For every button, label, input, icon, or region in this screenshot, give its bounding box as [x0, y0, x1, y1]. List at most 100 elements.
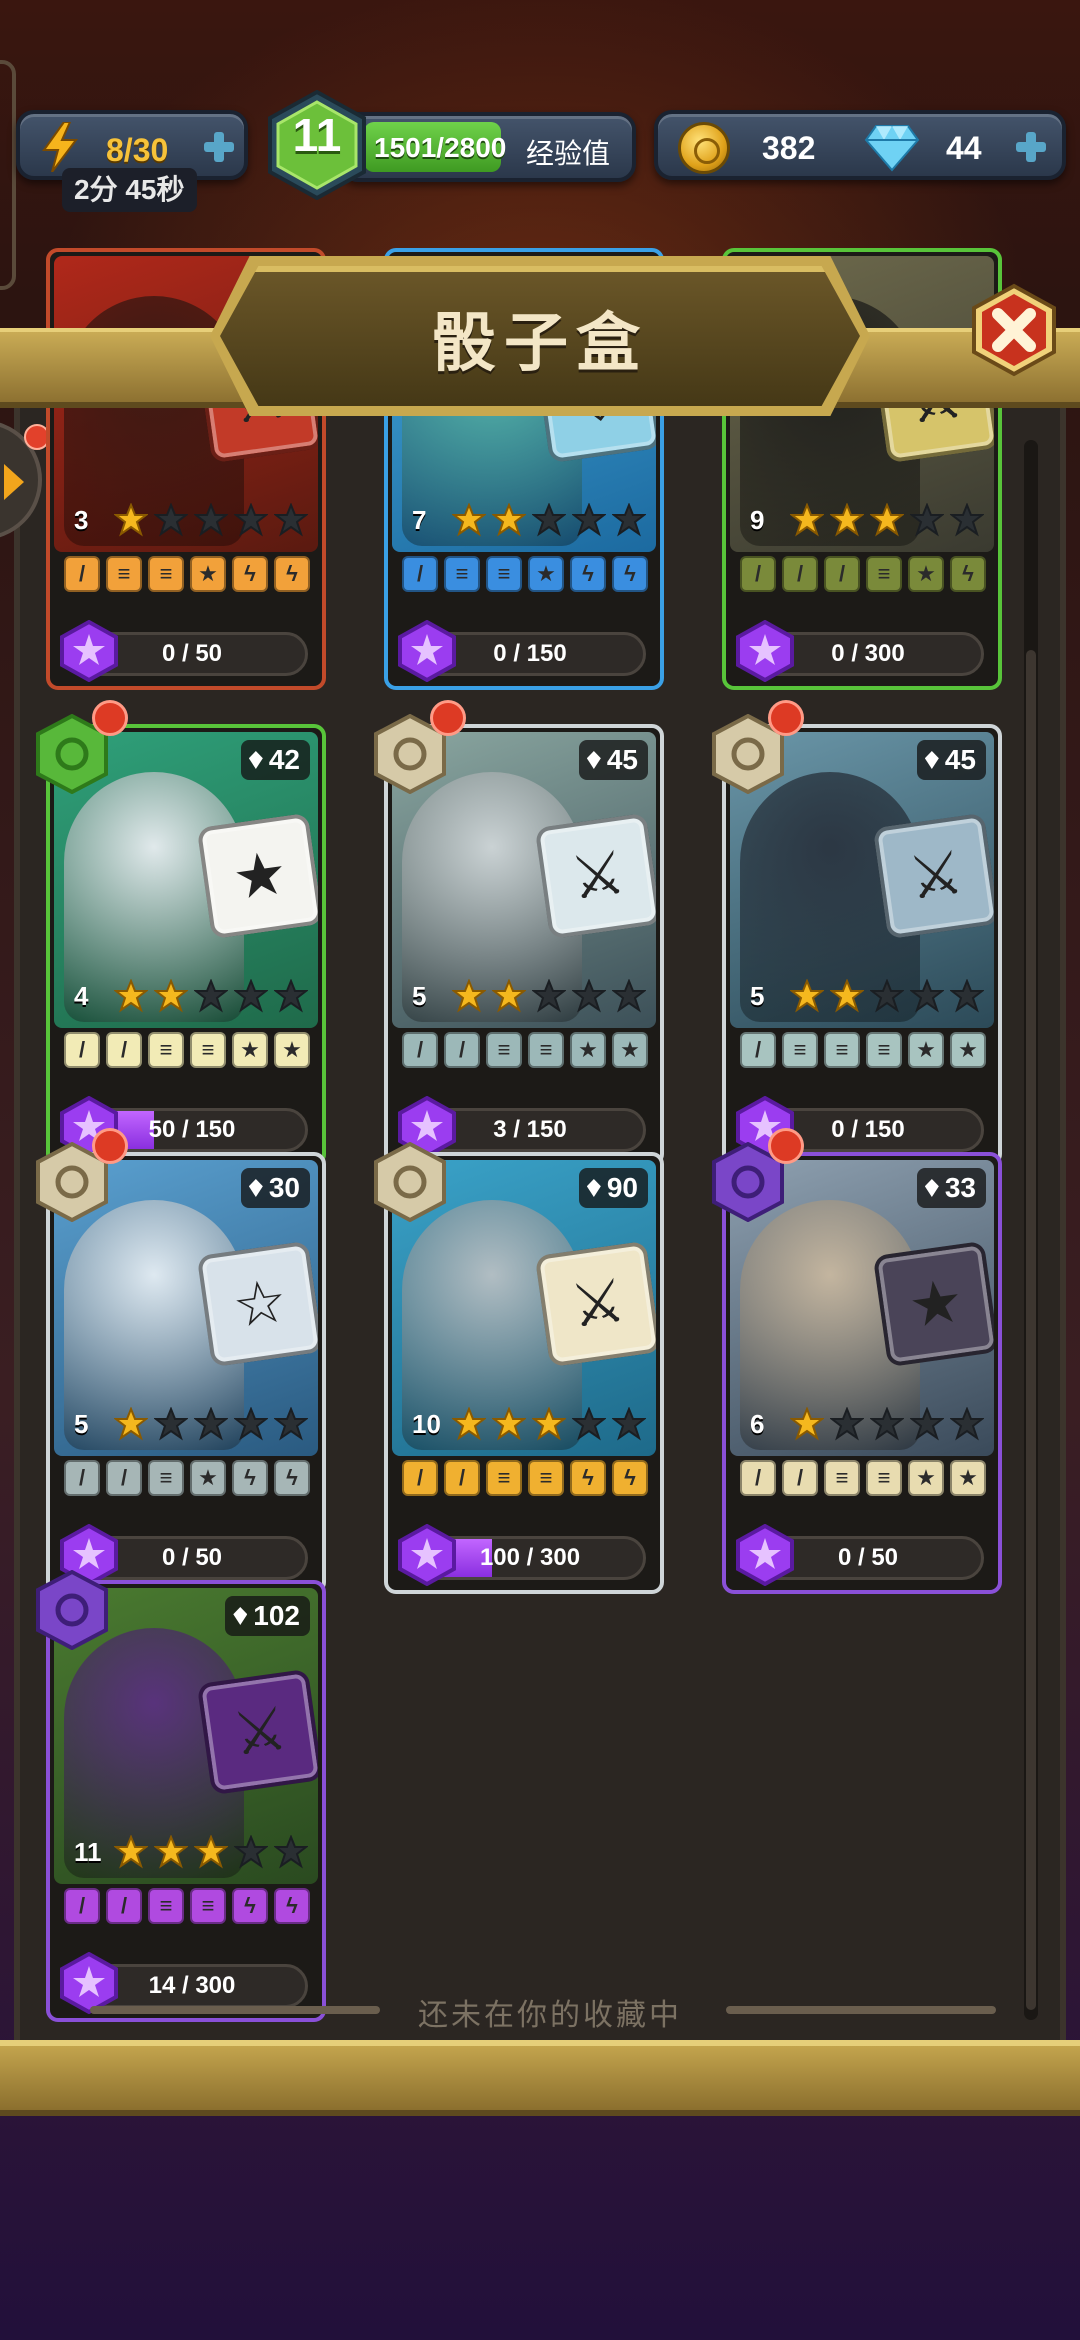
gem-cost-badge: 30 [240, 1168, 310, 1208]
card-level: 11 [74, 1836, 102, 1867]
star-filled-icon [114, 1407, 148, 1441]
gem-cost-value: 102 [253, 1600, 300, 1631]
star-face-icon: ★ [570, 1032, 606, 1068]
sword-face-icon: / [64, 1460, 100, 1496]
card-level: 5 [750, 980, 765, 1011]
sword-face-icon: / [106, 1460, 142, 1496]
page-title: 骰子盒 [432, 306, 648, 381]
card-level-row: 6 [750, 1402, 990, 1446]
star-empty-icon [910, 503, 944, 537]
dice-card[interactable]: ★ 33 6// ≡ ≡ ★ ★ 0 / 50 [712, 1128, 1002, 1594]
upgrade-gem-icon [736, 620, 794, 682]
dice-face-glyph: ⚔ [228, 1694, 292, 1769]
dice-faces-row: / / ≡ ≡ ϟ ϟ [402, 1460, 654, 1496]
sword-face-icon: / [402, 1032, 438, 1068]
star-filled-icon [154, 979, 188, 1013]
dice-card[interactable]: ★ 42 4// ≡ ≡ ★ ★ 50 / 150 [36, 700, 326, 1166]
gem-icon [924, 751, 939, 769]
gem-cost-value: 30 [268, 1172, 300, 1203]
gem-icon [586, 751, 601, 769]
shield-face-icon: ≡ [106, 556, 142, 592]
star-empty-icon [274, 503, 308, 537]
star-filled-icon [870, 503, 904, 537]
shield-face-icon: ≡ [148, 556, 184, 592]
dice-card[interactable]: ⚔ 45 5/≡ ≡ ≡ ★ ★ 0 / 150 [712, 700, 1002, 1166]
card-level-row: 5 [412, 974, 652, 1018]
sword-face-icon: / [782, 1460, 818, 1496]
star-face-icon: ★ [950, 1460, 986, 1496]
sword-face-icon: / [106, 1032, 142, 1068]
dice-card[interactable]: ⚔ 102 11// ≡ ≡ ϟ ϟ 14 / 300 [36, 1570, 326, 2022]
dice-icon: ☆ [196, 1240, 318, 1368]
star-face-icon: ★ [190, 1460, 226, 1496]
gem-cost-badge: 42 [240, 740, 310, 780]
gem-cost-value: 42 [268, 744, 300, 775]
bolt-face-icon: ϟ [274, 556, 310, 592]
sword-face-icon: / [824, 556, 860, 592]
scrollbar-thumb[interactable] [1026, 650, 1036, 2010]
shield-face-icon: ≡ [866, 556, 902, 592]
star-empty-icon [194, 503, 228, 537]
shield-face-icon: ≡ [444, 556, 480, 592]
card-level: 6 [750, 1408, 765, 1439]
sword-face-icon: / [444, 1460, 480, 1496]
bolt-face-icon: ϟ [570, 556, 606, 592]
dice-card[interactable]: ⚔ 45 5// ≡ ≡ ★ ★ 3 / 150 [374, 700, 664, 1166]
star-empty-icon [234, 1407, 268, 1441]
sword-face-icon: / [740, 1032, 776, 1068]
star-empty-icon [154, 503, 188, 537]
bottom-board [0, 2040, 1080, 2116]
star-face-icon: ★ [232, 1032, 268, 1068]
xp-value: 1501/2800 [374, 132, 507, 163]
diamond-icon [864, 125, 920, 172]
dice-face-glyph: ⚔ [566, 1266, 630, 1341]
star-empty-icon [612, 979, 646, 1013]
hex-badge-icon [36, 1570, 108, 1650]
star-empty-icon [274, 979, 308, 1013]
sword-face-icon: / [64, 556, 100, 592]
star-face-icon: ★ [612, 1032, 648, 1068]
star-filled-icon [114, 1835, 148, 1869]
shield-face-icon: ≡ [486, 556, 522, 592]
add-energy-button[interactable] [202, 130, 236, 164]
dice-card[interactable]: ⚔ 90 10// ≡ ≡ ϟ ϟ 100 / 300 [374, 1142, 664, 1594]
card-level: 3 [74, 504, 89, 535]
bolt-face-icon: ϟ [950, 556, 986, 592]
star-empty-icon [572, 503, 606, 537]
upgrade-gem-icon [398, 1524, 456, 1586]
sword-face-icon: / [64, 1032, 100, 1068]
bolt-face-icon: ϟ [612, 1460, 648, 1496]
star-face-icon: ★ [908, 556, 944, 592]
bolt-face-icon: ϟ [232, 556, 268, 592]
energy-value: 8/30 [106, 132, 169, 168]
add-gems-button[interactable] [1014, 130, 1048, 164]
close-button[interactable] [966, 282, 1062, 378]
dice-icon: ⚔ [196, 1668, 318, 1796]
sword-face-icon: / [740, 556, 776, 592]
card-level-row: 3 [74, 498, 314, 542]
xp-bar: 1501/2800 经验值 [340, 112, 636, 182]
shield-face-icon: ≡ [824, 1460, 860, 1496]
gem-icon [924, 1179, 939, 1197]
star-empty-icon [612, 503, 646, 537]
star-empty-icon [950, 503, 984, 537]
shield-face-icon: ≡ [486, 1460, 522, 1496]
star-filled-icon [114, 503, 148, 537]
card-level: 4 [74, 980, 89, 1011]
upgrade-gem-icon [736, 1524, 794, 1586]
dice-card[interactable]: ☆ 30 5// ≡ ★ ϟ ϟ 0 / 50 [36, 1128, 326, 1594]
star-filled-icon [114, 979, 148, 1013]
card-level-row: 10 [412, 1402, 652, 1446]
star-empty-icon [194, 979, 228, 1013]
gem-cost-badge: 45 [916, 740, 986, 780]
star-empty-icon [910, 1407, 944, 1441]
star-filled-icon [830, 979, 864, 1013]
lightning-icon [42, 122, 78, 172]
gem-icon [248, 1179, 263, 1197]
footer-divider-right [726, 2006, 996, 2014]
star-filled-icon [154, 1835, 188, 1869]
star-filled-icon [452, 503, 486, 537]
star-empty-icon [532, 503, 566, 537]
dice-faces-row: / ≡ ≡ ★ ϟ ϟ [64, 556, 316, 592]
upgrade-gem-icon [60, 620, 118, 682]
